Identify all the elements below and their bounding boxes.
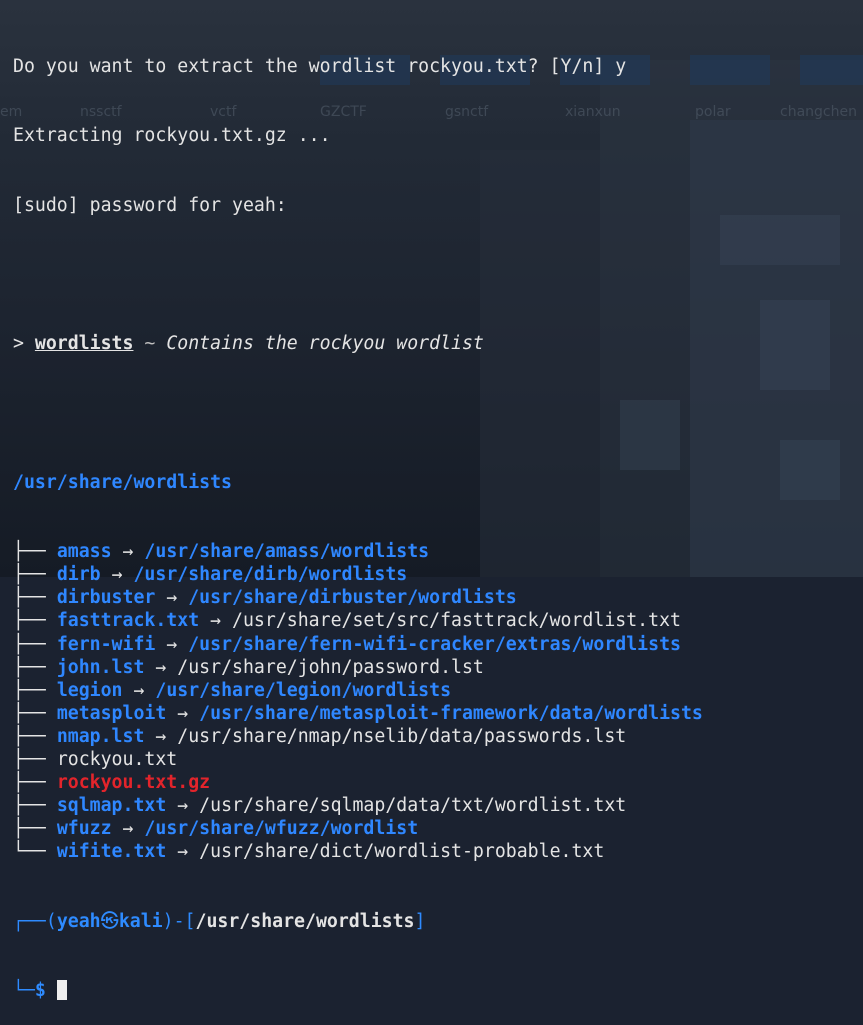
prompt-at-icon: ㉿ — [100, 910, 119, 932]
tree-branch: ├── — [13, 795, 57, 817]
symlink-target: /usr/share/metasploit-framework/data/wor… — [199, 702, 703, 724]
symlink-target: /usr/share/nmap/nselib/data/passwords.ls… — [177, 725, 627, 747]
symlink-arrow: → — [111, 564, 123, 586]
symlink-target: /usr/share/sqlmap/data/txt/wordlist.txt — [199, 795, 627, 817]
symlink-arrow: → — [122, 541, 134, 563]
entry-name: sqlmap.txt — [56, 795, 167, 817]
terminal-output[interactable]: Do you want to extract the wordlist rock… — [13, 9, 863, 1025]
tree-branch: ├── — [13, 587, 57, 609]
symlink-target: /usr/share/amass/wordlists — [144, 541, 430, 563]
tree-branch: ├── — [13, 702, 57, 724]
entry-name: fasttrack.txt — [56, 610, 200, 632]
text-cursor[interactable] — [56, 979, 67, 1000]
tree-entry: ├── sqlmap.txt → /usr/share/sqlmap/data/… — [13, 794, 863, 817]
prompt-host: kali — [118, 910, 163, 932]
tree-entry: ├── wfuzz → /usr/share/wfuzz/wordlist — [13, 817, 863, 840]
tool-name: wordlists — [34, 333, 134, 355]
tree-branch: ├── — [13, 725, 57, 747]
tree-branch: ├── — [13, 610, 57, 632]
tree-entry: ├── metasploit → /usr/share/metasploit-f… — [13, 702, 863, 725]
entry-name: john.lst — [56, 656, 145, 678]
tree-branch: ├── — [13, 679, 57, 701]
terminal-line: Do you want to extract the wordlist rock… — [13, 56, 627, 78]
entry-name: wfuzz — [56, 818, 112, 840]
entry-name: legion — [56, 679, 123, 701]
wordlist-tree: ├── amass → /usr/share/amass/wordlists ├─… — [13, 540, 863, 863]
entry-name: metasploit — [56, 702, 167, 724]
symlink-arrow: → — [177, 795, 189, 817]
symlink-target: /usr/share/fern-wifi-cracker/extras/word… — [188, 633, 681, 655]
symlink-arrow: → — [155, 725, 167, 747]
symlink-arrow: → — [166, 633, 178, 655]
tree-root: /usr/share/wordlists — [13, 471, 232, 493]
terminal-line: Extracting rockyou.txt.gz ... — [13, 125, 331, 147]
tree-branch: └── — [13, 841, 57, 863]
symlink-arrow: → — [166, 587, 178, 609]
tool-header: > wordlists ~ Contains the rockyou wordl… — [13, 333, 484, 355]
prompt-user: yeah — [56, 910, 101, 932]
tree-entry: ├── nmap.lst → /usr/share/nmap/nselib/da… — [13, 725, 863, 748]
symlink-arrow: → — [177, 702, 189, 724]
tree-entry: ├── john.lst → /usr/share/john/password.… — [13, 656, 863, 679]
tree-branch: ├── — [13, 564, 57, 586]
prompt-symbol: $ — [34, 979, 46, 1001]
symlink-target: /usr/share/dict/wordlist-probable.txt — [199, 841, 605, 863]
tree-branch: ├── — [13, 818, 57, 840]
tree-entry: ├── amass → /usr/share/amass/wordlists — [13, 540, 863, 563]
tree-entry: ├── rockyou.txt.gz — [13, 771, 863, 794]
tree-entry: ├── fasttrack.txt → /usr/share/set/src/f… — [13, 609, 863, 632]
symlink-target: /usr/share/john/password.lst — [177, 656, 484, 678]
entry-name: wifite.txt — [56, 841, 167, 863]
symlink-arrow: → — [177, 841, 189, 863]
tree-branch: ├── — [13, 749, 57, 770]
tree-branch: ├── — [13, 633, 57, 655]
tree-entry: ├── dirb → /usr/share/dirb/wordlists — [13, 563, 863, 586]
symlink-arrow: → — [155, 656, 167, 678]
tree-entry: └── wifite.txt → /usr/share/dict/wordlis… — [13, 840, 863, 863]
entry-name: dirb — [56, 564, 101, 586]
entry-name: rockyou.txt.gz — [56, 772, 211, 794]
tree-entry: ├── fern-wifi → /usr/share/fern-wifi-cra… — [13, 633, 863, 656]
entry-name: nmap.lst — [56, 725, 145, 747]
symlink-target: /usr/share/set/src/fasttrack/wordlist.tx… — [232, 610, 681, 632]
tree-entry: ├── dirbuster → /usr/share/dirbuster/wor… — [13, 586, 863, 609]
symlink-arrow: → — [122, 818, 134, 840]
terminal-line: [sudo] password for yeah: — [13, 194, 287, 216]
tree-branch: ├── — [13, 656, 57, 678]
entry-name: dirbuster — [56, 587, 156, 609]
tree-entry: ├── legion → /usr/share/legion/wordlists — [13, 679, 863, 702]
symlink-target: /usr/share/dirbuster/wordlists — [188, 587, 517, 609]
prompt-line-2[interactable]: └─$ — [13, 979, 863, 1002]
symlink-target: /usr/share/dirb/wordlists — [133, 564, 408, 586]
prompt-cwd: /usr/share/wordlists — [195, 910, 415, 932]
symlink-arrow: → — [210, 610, 222, 632]
entry-name: fern-wifi — [56, 633, 156, 655]
tree-branch: ├── — [13, 772, 57, 794]
entry-name: rockyou.txt — [56, 749, 178, 770]
symlink-arrow: → — [133, 679, 145, 701]
tree-branch: ├── — [13, 541, 57, 563]
prompt-line-1: ┌──(yeah㉿kali)-[/usr/share/wordlists] — [13, 910, 426, 932]
tree-entry: ├── rockyou.txt — [13, 748, 863, 771]
tool-description: Contains the rockyou wordlist — [166, 333, 484, 355]
symlink-target: /usr/share/wfuzz/wordlist — [144, 818, 419, 840]
entry-name: amass — [56, 541, 112, 563]
symlink-target: /usr/share/legion/wordlists — [155, 679, 452, 701]
